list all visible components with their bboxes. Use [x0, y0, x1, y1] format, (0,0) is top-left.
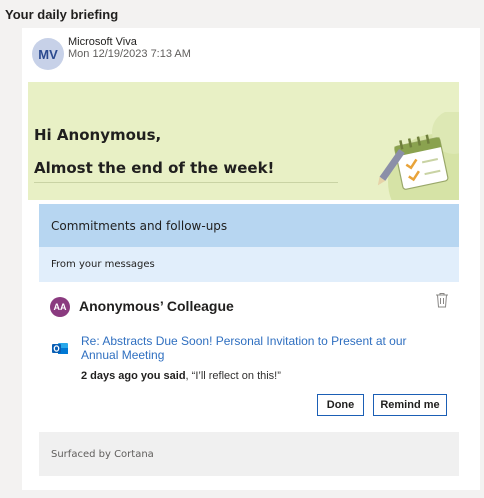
sender-name[interactable]: Microsoft Viva [68, 36, 137, 48]
trash-icon[interactable] [435, 292, 449, 308]
email-reading-pane: MV Microsoft Viva Mon 12/19/2023 7:13 AM… [22, 28, 480, 490]
colleague-name: Anonymous’ Colleague [79, 298, 234, 314]
colleague-avatar[interactable]: AA [50, 297, 70, 317]
calendar-illustration-icon [377, 112, 459, 200]
commitment-item: AA Anonymous’ Colleague Re: Abstracts Du… [39, 282, 459, 432]
section-label: From your messages [39, 247, 459, 282]
avatar[interactable]: MV [32, 38, 64, 70]
outlook-icon [52, 343, 68, 354]
commitment-when: 2 days ago you said [81, 370, 186, 382]
commitments-card: Commitments and follow-ups From your mes… [39, 204, 459, 476]
greeting-subtitle: Almost the end of the week! [34, 159, 275, 177]
sent-datetime: Mon 12/19/2023 7:13 AM [68, 48, 191, 60]
commitment-quote: 2 days ago you said, “I’ll reflect on th… [81, 370, 281, 382]
remind-me-button[interactable]: Remind me [373, 394, 447, 416]
surfaced-by-footer: Surfaced by Cortana [39, 432, 459, 476]
briefing-hero: Hi Anonymous, Almost the end of the week… [28, 82, 459, 200]
email-subject-link[interactable]: Re: Abstracts Due Soon! Personal Invitat… [81, 334, 441, 362]
page-title: Your daily briefing [5, 7, 119, 22]
greeting: Hi Anonymous, [34, 126, 162, 144]
divider [34, 182, 338, 183]
done-button[interactable]: Done [317, 394, 364, 416]
commitments-header: Commitments and follow-ups [39, 204, 459, 247]
commitment-text: , “I’ll reflect on this!” [185, 370, 281, 382]
